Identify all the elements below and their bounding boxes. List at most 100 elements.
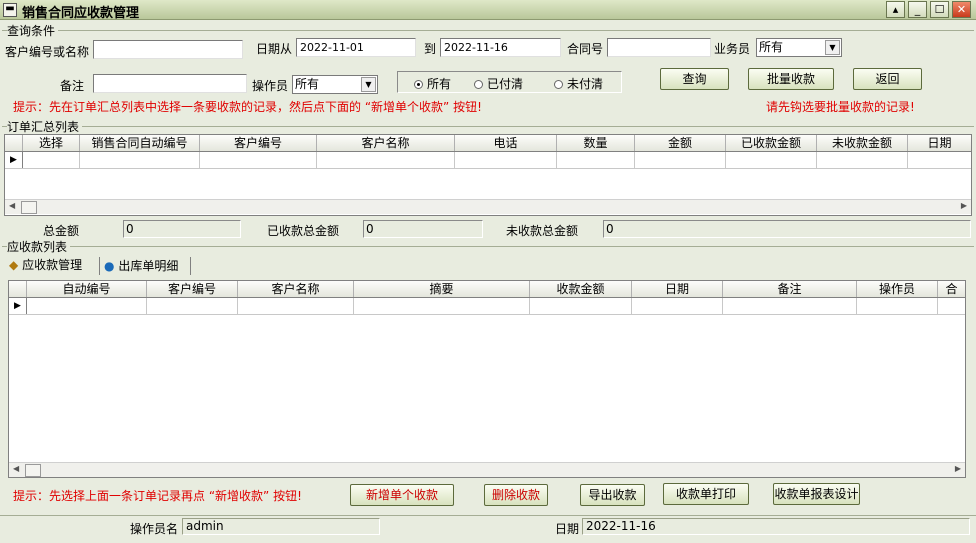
tab-divider xyxy=(190,257,191,275)
column-header[interactable]: 日期 xyxy=(632,281,723,297)
box-icon: ◆ xyxy=(9,258,19,272)
row-pointer-icon: ▶ xyxy=(9,298,27,314)
orders-group-border xyxy=(2,126,974,127)
unreceived-total-value: 0 xyxy=(603,220,971,238)
radio-unchecked-icon xyxy=(554,80,563,89)
tab-outbound-details[interactable]: ● 出库单明细 xyxy=(104,257,178,275)
batch-receive-button[interactable]: 批量收款 xyxy=(748,68,834,90)
column-header[interactable]: 客户名称 xyxy=(317,135,455,151)
radio-checked-icon xyxy=(414,80,423,89)
export-receipt-button[interactable]: 导出收款 xyxy=(580,484,645,506)
tab-divider xyxy=(99,257,100,275)
column-header[interactable]: 操作员 xyxy=(857,281,938,297)
radio-paid[interactable]: 已付清 xyxy=(474,75,523,92)
column-header[interactable]: 收款金额 xyxy=(530,281,632,297)
column-header[interactable]: 选择 xyxy=(23,135,80,151)
column-header[interactable]: 销售合同自动编号 xyxy=(80,135,200,151)
receivables-group-border xyxy=(2,246,974,247)
table-row[interactable]: ▶ xyxy=(9,298,965,315)
title-bar: ▬ 销售合同应收款管理 ▴ _ ☐ ✕ xyxy=(0,0,976,21)
column-header[interactable]: 未收款金额 xyxy=(817,135,908,151)
date-to-input[interactable]: 2022-11-16 xyxy=(440,38,561,57)
radio-paid-label: 已付清 xyxy=(487,77,524,91)
radio-unpaid[interactable]: 未付清 xyxy=(554,75,603,92)
orders-grid[interactable]: 选择 销售合同自动编号 客户编号 客户名称 电话 数量 金额 已收款金额 未收款… xyxy=(4,134,972,216)
radio-unchecked-icon xyxy=(474,80,483,89)
row-pointer-icon: ▶ xyxy=(5,152,23,168)
tab-receivables-label: 应收款管理 xyxy=(22,258,83,272)
contract-label: 合同号 xyxy=(567,42,604,56)
column-header[interactable]: 已收款金额 xyxy=(726,135,817,151)
column-header[interactable]: 备注 xyxy=(723,281,857,297)
help-button[interactable]: ▴ xyxy=(886,1,905,18)
scroll-left-icon[interactable]: ◀ xyxy=(9,201,15,210)
remark-input[interactable] xyxy=(93,74,247,93)
column-header[interactable]: 客户编号 xyxy=(147,281,238,297)
receipt-report-design-button[interactable]: 收款单报表设计 xyxy=(773,483,860,505)
window-menu-icon[interactable]: ▬ xyxy=(3,3,17,17)
scroll-right-icon[interactable]: ▶ xyxy=(955,464,961,473)
receivables-hscrollbar[interactable]: ◀ ▶ xyxy=(9,462,965,477)
radio-all[interactable]: 所有 xyxy=(414,75,451,92)
add-single-receipt-button[interactable]: 新增单个收款 xyxy=(350,484,454,506)
salesman-select-value: 所有 xyxy=(759,40,784,54)
query-group-border xyxy=(2,30,974,31)
batch-hint: 请先钩选要批量收款的记录! xyxy=(766,100,915,114)
date-from-input[interactable]: 2022-11-01 xyxy=(296,38,416,57)
total-amount-value: 0 xyxy=(123,220,241,238)
statusbar-border xyxy=(0,515,976,516)
column-header[interactable]: 日期 xyxy=(908,135,971,151)
customer-label: 客户编号或名称 xyxy=(5,45,90,59)
delete-receipt-button[interactable]: 删除收款 xyxy=(484,484,548,506)
received-total-value: 0 xyxy=(363,220,483,238)
receivables-hint: 提示：先选择上面一条订单记录再点 “新增收款” 按钮! xyxy=(13,489,302,503)
operator-label: 操作员 xyxy=(252,79,289,93)
orders-grid-header: 选择 销售合同自动编号 客户编号 客户名称 电话 数量 金额 已收款金额 未收款… xyxy=(5,135,971,152)
tab-outbound-label: 出库单明细 xyxy=(118,259,179,273)
table-row[interactable]: ▶ xyxy=(5,152,971,169)
operator-select[interactable]: 所有 ▼ xyxy=(292,75,378,94)
operator-name-value: admin xyxy=(182,518,380,535)
column-header[interactable]: 客户名称 xyxy=(238,281,354,297)
orders-group-title: 订单汇总列表 xyxy=(7,118,83,135)
salesman-select[interactable]: 所有 ▼ xyxy=(756,38,842,57)
tab-receivables[interactable]: ◆ 应收款管理 xyxy=(9,256,82,274)
operator-select-value: 所有 xyxy=(295,77,320,91)
column-header[interactable]: 金额 xyxy=(635,135,726,151)
print-receipt-button[interactable]: 收款单打印 xyxy=(663,483,749,505)
column-header[interactable]: 客户编号 xyxy=(200,135,317,151)
orders-hscrollbar[interactable]: ◀ ▶ xyxy=(5,199,971,214)
column-header[interactable]: 摘要 xyxy=(354,281,530,297)
scroll-right-icon[interactable]: ▶ xyxy=(961,201,967,210)
receivables-grid[interactable]: 自动编号 客户编号 客户名称 摘要 收款金额 日期 备注 操作员 合 ▶ ◀ ▶ xyxy=(8,280,966,478)
payment-status-radio-group: 所有 已付清 未付清 xyxy=(397,71,622,93)
chevron-down-icon[interactable]: ▼ xyxy=(361,77,376,92)
header-indicator xyxy=(9,281,27,297)
back-button[interactable]: 返回 xyxy=(853,68,922,90)
close-button[interactable]: ✕ xyxy=(952,1,971,18)
radio-all-label: 所有 xyxy=(427,77,452,91)
minimize-button[interactable]: _ xyxy=(908,1,927,18)
column-header[interactable]: 合 xyxy=(938,281,965,297)
window-title: 销售合同应收款管理 xyxy=(22,6,140,21)
unreceived-total-label: 未收款总金额 xyxy=(506,224,579,238)
date-from-label: 日期从 xyxy=(256,42,293,56)
customer-input[interactable] xyxy=(93,40,243,59)
maximize-button[interactable]: ☐ xyxy=(930,1,949,18)
contract-input[interactable] xyxy=(607,38,711,57)
status-date-value: 2022-11-16 xyxy=(582,518,970,535)
scroll-thumb[interactable] xyxy=(21,201,37,214)
receivables-group-title: 应收款列表 xyxy=(7,238,71,255)
scroll-thumb[interactable] xyxy=(25,464,41,477)
column-header[interactable]: 电话 xyxy=(455,135,557,151)
query-hint: 提示：先在订单汇总列表中选择一条要收款的记录，然后点下面的 “新增单个收款” 按… xyxy=(13,100,482,114)
scroll-left-icon[interactable]: ◀ xyxy=(13,464,19,473)
header-indicator xyxy=(5,135,23,151)
radio-unpaid-label: 未付清 xyxy=(567,77,604,91)
column-header[interactable]: 数量 xyxy=(557,135,635,151)
column-header[interactable]: 自动编号 xyxy=(27,281,147,297)
remark-label: 备注 xyxy=(60,79,85,93)
operator-name-label: 操作员名 xyxy=(130,522,179,536)
chevron-down-icon[interactable]: ▼ xyxy=(825,40,840,55)
query-button[interactable]: 查询 xyxy=(660,68,729,90)
